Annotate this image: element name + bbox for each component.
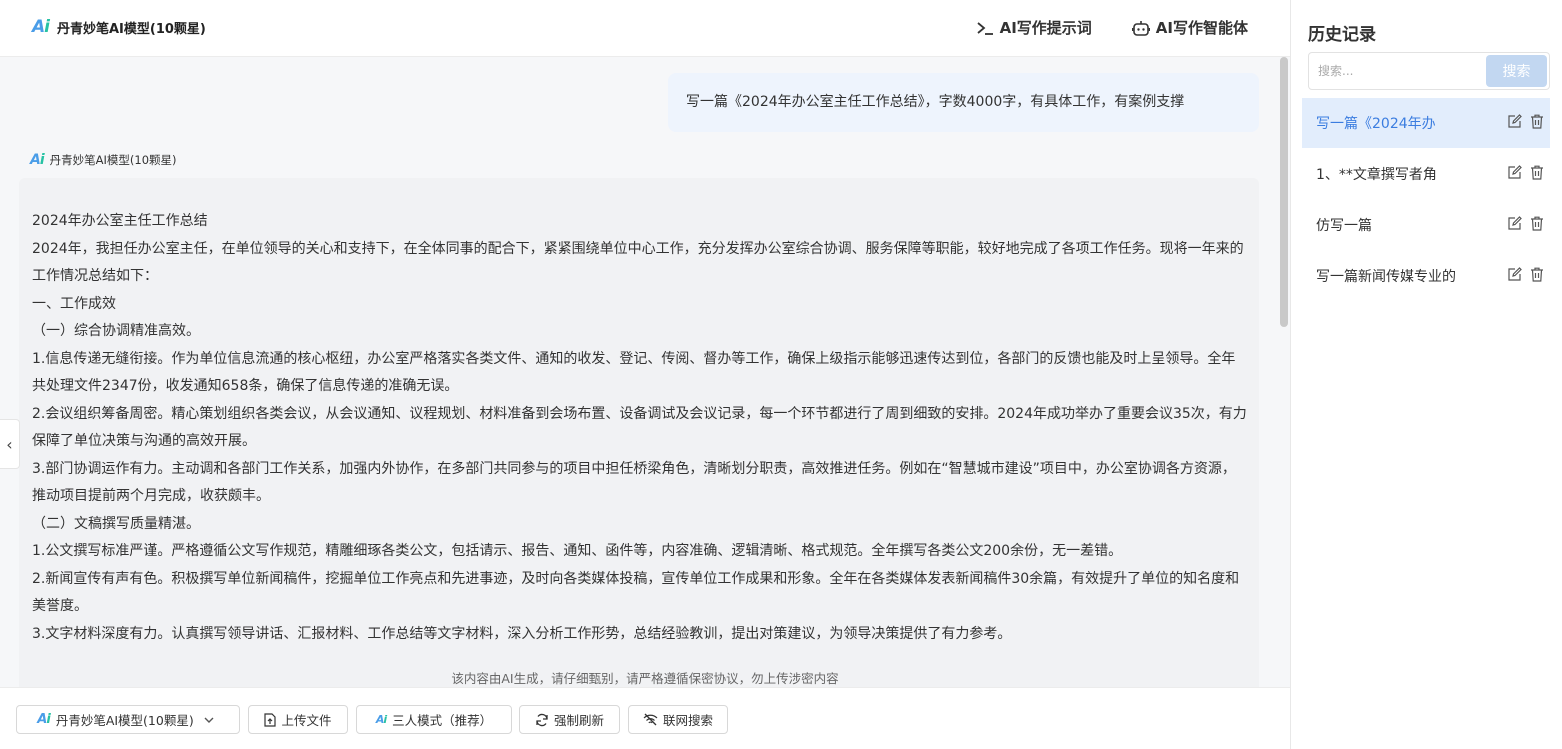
user-message: 写一篇《2024年办公室主任工作总结》，字数4000字，有具体工作，有案例支撑 — [668, 73, 1259, 132]
history-item[interactable]: 写一篇新闻传媒专业的 — [1302, 251, 1550, 301]
delete-icon[interactable] — [1530, 165, 1544, 180]
web-search-label: 联网搜索 — [662, 713, 713, 728]
history-search-input[interactable] — [1309, 53, 1479, 89]
brand[interactable]: Ai 丹青妙笔AI模型(10颗星) — [32, 17, 206, 38]
delete-icon[interactable] — [1530, 114, 1544, 129]
history-item-actions — [1507, 114, 1544, 129]
edit-icon[interactable] — [1507, 216, 1522, 231]
scrollbar-thumb[interactable] — [1280, 57, 1288, 327]
history-item[interactable]: 仿写一篇 — [1302, 200, 1550, 250]
history-item-label: 写一篇《2024年办 — [1316, 116, 1436, 132]
model-select-label: 丹青妙笔AI模型(10颗星) — [55, 713, 194, 728]
ai-paragraph: 3.部门协调运作有力。主动调和各部门工作关系，加强内外协作，在多部门共同参与的项… — [32, 460, 1236, 505]
chevron-down-icon — [204, 717, 214, 723]
ai-prompts-link[interactable]: AI写作提示词 — [977, 17, 1092, 38]
terminal-icon — [977, 21, 993, 35]
ai-logo-icon: Ai — [32, 17, 50, 37]
ai-sender-label: Ai 丹青妙笔AI模型(10颗星) — [30, 152, 177, 168]
web-search-button[interactable]: 联网搜索 — [628, 705, 728, 734]
ai-logo-icon: Ai — [37, 712, 51, 727]
delete-icon[interactable] — [1530, 216, 1544, 231]
history-item-actions — [1507, 216, 1544, 231]
force-refresh-label: 强制刷新 — [553, 713, 604, 728]
upload-file-icon — [264, 712, 277, 727]
ai-paragraph: 2024年办公室主任工作总结 — [32, 213, 208, 229]
history-sidebar: 历史记录 搜索 写一篇《2024年办 1、**文章撰写者角 仿写一篇 写一篇新闻… — [1290, 0, 1562, 749]
delete-icon[interactable] — [1530, 267, 1544, 282]
history-item[interactable]: 1、**文章撰写者角 — [1302, 149, 1550, 199]
history-item-actions — [1507, 267, 1544, 282]
top-header: Ai 丹青妙笔AI模型(10颗星) AI写作提示词 AI写作智能体 — [0, 0, 1290, 57]
ai-disclaimer: 该内容由AI生成，请仔细甄别，请严格遵循保密协议，勿上传涉密内容 — [451, 671, 839, 686]
history-title: 历史记录 — [1308, 25, 1376, 45]
ai-paragraph: （二）文稿撰写质量精湛。 — [32, 515, 200, 532]
force-refresh-button[interactable]: 强制刷新 — [519, 705, 620, 734]
history-item-label: 仿写一篇 — [1316, 218, 1372, 234]
three-person-mode-button[interactable]: Ai 三人模式（推荐） — [356, 705, 512, 734]
ai-paragraph: 一、工作成效 — [32, 295, 116, 312]
chat-scrollbar[interactable] — [1279, 57, 1290, 687]
ai-paragraph: 2.会议组织筹备周密。精心策划组织各类会议，从会议通知、议程规划、材料准备到会场… — [32, 405, 1247, 450]
edit-icon[interactable] — [1507, 267, 1522, 282]
ai-logo-icon: Ai — [30, 152, 45, 168]
edit-icon[interactable] — [1507, 165, 1522, 180]
ai-agent-link[interactable]: AI写作智能体 — [1131, 17, 1248, 38]
ai-paragraph: 1.公文撰写标准严谨。严格遵循公文写作规范，精雕细琢各类公文，包括请示、报告、通… — [32, 543, 1123, 559]
ai-logo-icon: Ai — [375, 713, 387, 726]
upload-file-button[interactable]: 上传文件 — [248, 705, 348, 734]
chevron-left-icon: ‹ — [6, 434, 13, 454]
ai-sender-name: 丹青妙笔AI模型(10颗星) — [49, 153, 177, 167]
history-item-label: 写一篇新闻传媒专业的 — [1316, 269, 1456, 285]
chat-area[interactable]: 写一篇《2024年办公室主任工作总结》，字数4000字，有具体工作，有案例支撑 … — [0, 57, 1290, 687]
history-search-button[interactable]: 搜索 — [1486, 55, 1547, 87]
ai-agent-label: AI写作智能体 — [1155, 19, 1248, 37]
three-person-mode-label: 三人模式（推荐） — [392, 713, 493, 728]
bottom-toolbar: Ai 丹青妙笔AI模型(10颗星) 上传文件 Ai 三人模式（推荐） 强制刷新 … — [0, 687, 1290, 749]
header-links: AI写作提示词 AI写作智能体 — [977, 17, 1248, 38]
ai-paragraph: 2.新闻宣传有声有色。积极撰写单位新闻稿件，挖掘单位工作亮点和先进事迹，及时向各… — [32, 570, 1240, 615]
ai-paragraph: 3.文字材料深度有力。认真撰写领导讲话、汇报材料、工作总结等文字材料，深入分析工… — [32, 625, 1012, 642]
model-select[interactable]: Ai 丹青妙笔AI模型(10颗星) — [16, 705, 240, 734]
upload-file-label: 上传文件 — [281, 713, 332, 728]
ai-response: 2024年办公室主任工作总结 2024年，我担任办公室主任，在单位领导的关心和支… — [19, 178, 1259, 687]
history-item-label: 1、**文章撰写者角 — [1316, 167, 1437, 183]
edit-icon[interactable] — [1507, 114, 1522, 129]
collapse-panel-button[interactable]: ‹ — [0, 419, 20, 469]
ai-prompts-label: AI写作提示词 — [999, 19, 1092, 37]
ai-paragraph: 1.信息传递无缝衔接。作为单位信息流通的核心枢纽，办公室严格落实各类文件、通知的… — [32, 350, 1236, 395]
history-search: 搜索 — [1308, 52, 1550, 90]
ai-paragraph: （一）综合协调精准高效。 — [32, 323, 200, 339]
history-item-actions — [1507, 165, 1544, 180]
robot-icon — [1131, 20, 1150, 36]
history-item[interactable]: 写一篇《2024年办 — [1302, 98, 1550, 148]
brand-name: 丹青妙笔AI模型(10颗星) — [57, 22, 206, 37]
ai-paragraph: 2024年，我担任办公室主任，在单位领导的关心和支持下，在全体同事的配合下，紧紧… — [32, 240, 1244, 285]
refresh-icon — [536, 713, 548, 726]
wifi-off-icon — [643, 713, 658, 726]
